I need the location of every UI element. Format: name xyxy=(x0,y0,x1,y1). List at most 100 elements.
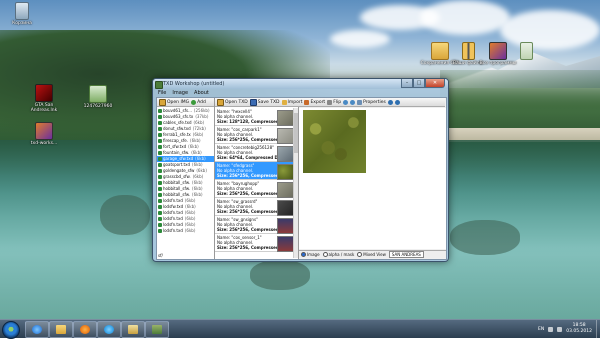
file-list: bouvd61_sfs... (256kb) bouvd63_sfs.tx (37kb… xyxy=(157,108,214,234)
file-size: (6kb) xyxy=(192,180,203,185)
texture-pane: Open TXD Save TXD Import Export Flip Pro… xyxy=(215,98,445,259)
file-toolbar: Open IMG Add xyxy=(157,98,214,107)
flip-button[interactable]: Flip xyxy=(327,99,341,105)
language-indicator[interactable]: EN xyxy=(538,327,544,332)
document-desktop-icon[interactable] xyxy=(504,42,548,61)
menu-image[interactable]: Image xyxy=(172,89,188,97)
clock[interactable]: 18:58 03.05.2012 xyxy=(566,323,592,335)
texture-list-item[interactable]: Name: "sfedgrass" No alpha channel. Size: … xyxy=(215,162,298,180)
app-icon xyxy=(35,122,53,140)
file-size: (72kb) xyxy=(192,126,206,131)
view-mixed-radio[interactable]: Mixed View xyxy=(357,252,386,257)
media-player-icon xyxy=(80,325,90,334)
recycle-bin-desktop-icon[interactable]: Корзина xyxy=(0,2,44,26)
texture-list-item[interactable]: Name: "hexcell4" No alpha channel. Size: 1… xyxy=(215,108,298,126)
taskbar-explorer[interactable] xyxy=(49,321,73,338)
image-file-desktop-icon[interactable]: 1247627960 xyxy=(76,85,120,109)
scrollbar-thumb[interactable] xyxy=(294,113,298,153)
file-name: firescap_sfe. xyxy=(163,138,189,143)
rotate-left-icon xyxy=(343,99,349,105)
view-alpha-radio[interactable]: alpha / mask xyxy=(322,252,354,257)
texture-list-item[interactable]: Name: "bayrughopp" No alpha channel. Size:… xyxy=(215,180,298,198)
texture-preview-pane xyxy=(299,108,446,249)
taskbar: EN 18:58 03.05.2012 xyxy=(0,319,600,339)
file-size: (6kb) xyxy=(184,216,196,221)
texture-list-item[interactable]: Name: "concretebig256128" No alpha channe… xyxy=(215,144,298,162)
file-name: hobbitall_sfw. xyxy=(163,186,191,191)
taskbar-ie[interactable] xyxy=(25,321,49,338)
network-icon[interactable] xyxy=(548,326,554,332)
properties-button[interactable]: Properties xyxy=(357,99,386,105)
file-size: (6kb) xyxy=(188,144,199,149)
export-button[interactable]: Export xyxy=(304,99,325,105)
texture-list-item[interactable]: Name: "cos_carpark1" No alpha channel. Siz… xyxy=(215,126,298,144)
file-size: (6kb) xyxy=(192,186,203,191)
import-button[interactable]: Import xyxy=(281,99,302,105)
window-title: TXD Workshop (untitled) xyxy=(163,81,225,87)
texture-list: Name: "hexcell4" No alpha channel. Size: 1… xyxy=(215,108,298,258)
taskbar-media[interactable] xyxy=(73,321,97,338)
texture-list-item[interactable]: Name: "sw_grassrd" No alpha channel. Size:… xyxy=(215,198,298,216)
texture-scrollbar[interactable] xyxy=(293,108,298,258)
taskbar-txd[interactable] xyxy=(145,321,169,338)
show-desktop-button[interactable] xyxy=(596,320,600,338)
start-button[interactable] xyxy=(2,321,20,339)
texture-toolbar: Open TXD Save TXD Import Export Flip Pro… xyxy=(215,98,445,107)
game-version-select[interactable]: SAN ANDREAS xyxy=(388,251,424,258)
zoom-out-button[interactable] xyxy=(394,99,400,105)
file-name: bouvd63_sfs.tx xyxy=(163,114,194,119)
menu-about[interactable]: About xyxy=(194,89,209,97)
explorer-icon xyxy=(56,325,66,334)
file-name: fountain_sfw. xyxy=(163,150,190,155)
properties-icon xyxy=(357,99,363,105)
gta-sa-desktop-icon[interactable]: GTA San Andreas.lnk xyxy=(22,84,66,113)
taskbar-folder[interactable] xyxy=(121,321,145,338)
import-icon xyxy=(281,99,287,105)
open-txd-button[interactable]: Open TXD xyxy=(217,98,248,106)
file-size: (6kb) xyxy=(192,192,203,197)
zoom-in-button[interactable] xyxy=(387,99,393,105)
rotate-left-button[interactable] xyxy=(343,99,349,105)
file-name: lodsfn.txd xyxy=(163,216,183,221)
zoom-out-icon xyxy=(394,99,400,105)
file-list-item[interactable]: lodsfn.txd (6kb) xyxy=(157,228,214,234)
menu-file[interactable]: File xyxy=(158,89,166,97)
file-size: (256kb) xyxy=(193,108,210,113)
file-size: (6kb) xyxy=(184,222,196,227)
clock-date: 03.05.2012 xyxy=(566,329,592,334)
file-size: (6kb) xyxy=(192,174,204,179)
txd-works-desktop-icon[interactable]: txd-works... xyxy=(22,122,66,146)
file-name: lodsfn.txd xyxy=(163,198,183,203)
add-icon xyxy=(191,99,197,105)
gta-icon xyxy=(35,84,53,102)
close-button[interactable]: ✕ xyxy=(425,79,445,88)
file-name: cables_sfe.txd xyxy=(163,120,192,125)
zoom-in-icon xyxy=(387,99,393,105)
rotate-right-button[interactable] xyxy=(350,99,356,105)
txd-app-icon xyxy=(152,325,162,334)
save-txd-button[interactable]: Save TXD xyxy=(249,98,280,106)
open-img-button[interactable]: Open IMG xyxy=(159,98,189,106)
file-name: grasscbd_sfw. xyxy=(163,174,191,179)
file-size: (6kb) xyxy=(193,120,205,125)
view-image-radio[interactable]: Image xyxy=(301,252,320,257)
add-button[interactable]: Add xyxy=(191,99,206,105)
file-name: bouvd61_sfs... xyxy=(163,108,192,113)
file-size: (6kb) xyxy=(185,204,196,209)
system-tray: EN 18:58 03.05.2012 xyxy=(538,321,592,337)
menu-bar: File Image About xyxy=(156,89,209,97)
file-name: lodsfn.txd xyxy=(163,222,183,227)
zip-icon xyxy=(461,42,475,60)
open-folder-icon xyxy=(159,98,166,106)
minimize-button[interactable]: – xyxy=(401,79,413,88)
txd-workshop-window[interactable]: TXD Workshop (untitled) – □ ✕ File Image… xyxy=(152,78,449,262)
skype-icon xyxy=(104,325,114,334)
volume-icon[interactable] xyxy=(557,326,563,332)
file-size: (6kb) xyxy=(192,162,203,167)
window-titlebar[interactable]: TXD Workshop (untitled) – □ ✕ xyxy=(153,79,448,89)
maximize-button[interactable]: □ xyxy=(413,79,425,88)
texture-list-item[interactable]: Name: "cos_sensor_1" No alpha channel. Siz… xyxy=(215,234,298,252)
texture-list-item[interactable]: Name: "sw_gnsigns" No alpha channel. Size:… xyxy=(215,216,298,234)
file-name: garage_sfw.txd xyxy=(163,156,194,161)
taskbar-skype[interactable] xyxy=(97,321,121,338)
